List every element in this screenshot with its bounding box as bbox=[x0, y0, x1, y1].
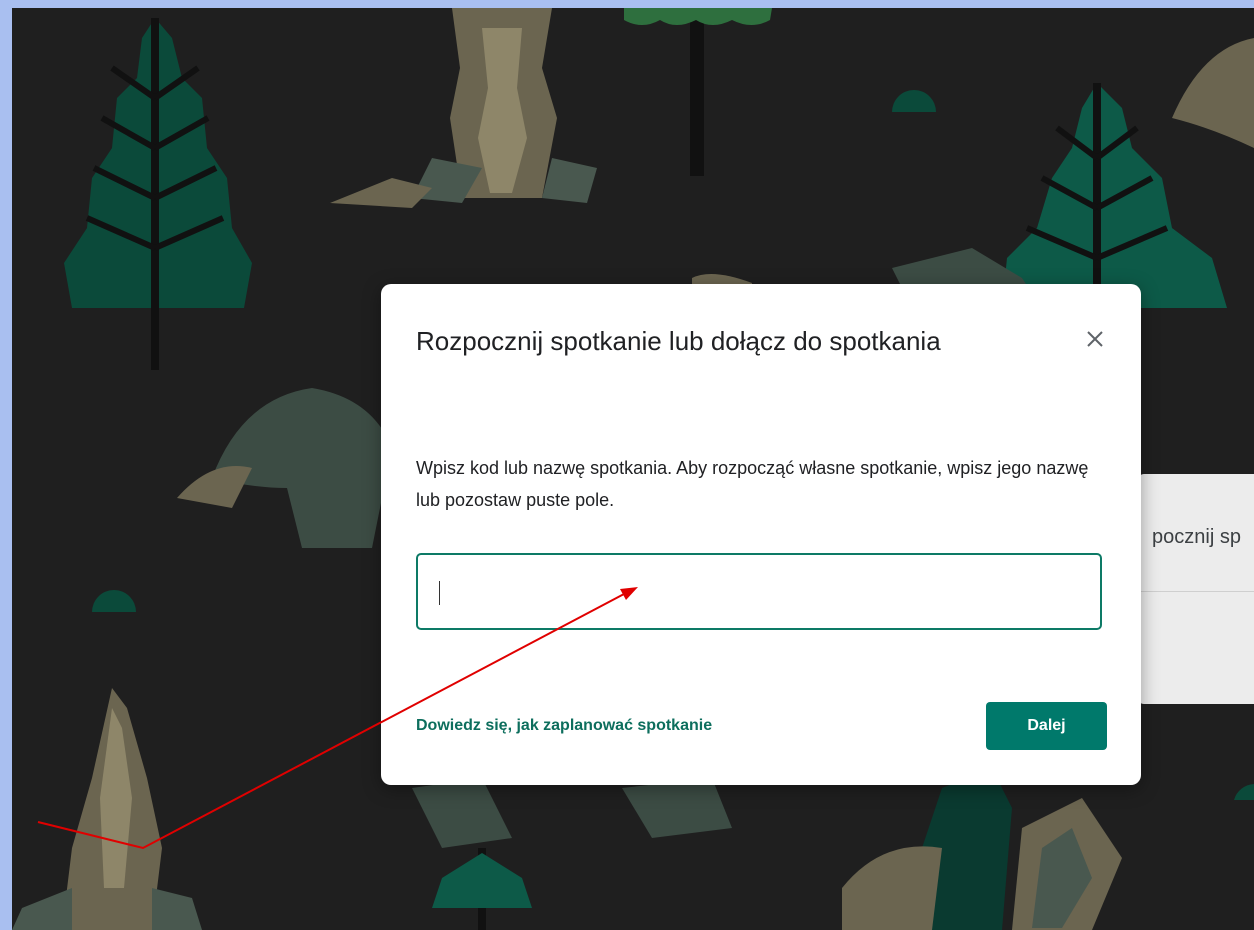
meeting-code-input[interactable] bbox=[416, 553, 1102, 630]
dialog-description: Wpisz kod lub nazwę spotkania. Aby rozpo… bbox=[416, 458, 1089, 510]
side-card-label: pocznij sp bbox=[1152, 526, 1241, 548]
learn-schedule-link[interactable]: Dowiedz się, jak zaplanować spotkanie bbox=[416, 717, 712, 735]
next-button[interactable]: Dalej bbox=[986, 702, 1107, 750]
close-icon[interactable] bbox=[1080, 324, 1110, 354]
side-card: pocznij sp bbox=[1138, 474, 1254, 704]
dialog-title: Rozpocznij spotkanie lub dołącz do spotk… bbox=[416, 326, 941, 356]
text-caret bbox=[439, 581, 440, 605]
side-card-divider bbox=[1138, 591, 1254, 592]
start-or-join-dialog: Rozpocznij spotkanie lub dołącz do spotk… bbox=[381, 284, 1141, 785]
